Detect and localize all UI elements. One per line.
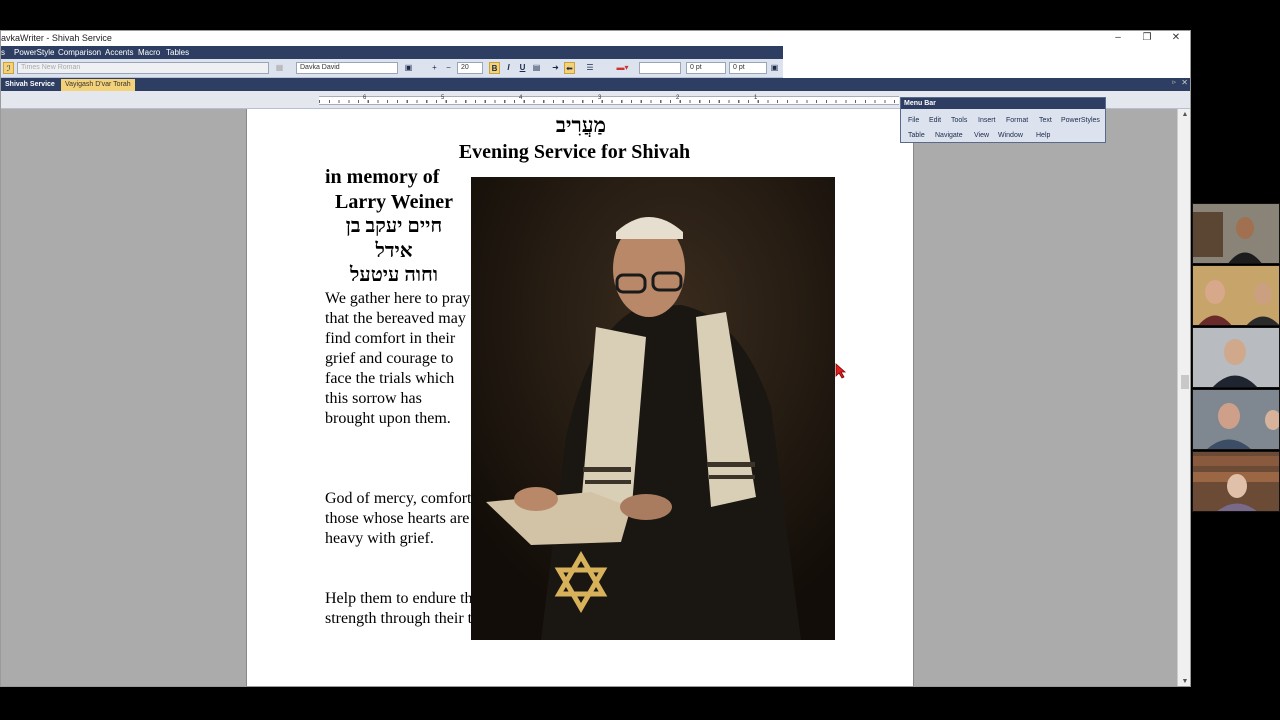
participant-video [1193,452,1279,511]
participant-video [1193,266,1279,325]
video-tile[interactable] [1192,265,1280,326]
format-toolbar: ℐ Times New Roman ▦ Davka David ▣ + − 20… [1,59,783,78]
palette-insert[interactable]: Insert [978,117,996,124]
participant-video [1193,328,1279,387]
underline-button[interactable]: U [517,62,528,74]
space-after-field[interactable]: 0 pt [729,62,767,74]
ltr-arrow-icon[interactable]: ➜ [550,62,561,74]
style-icon[interactable]: ℐ [3,62,14,74]
minimize-button[interactable]: – [1104,31,1132,46]
video-participants [1192,203,1280,516]
bold-button[interactable]: B [489,62,500,74]
hebrew-font-select[interactable]: Davka David [296,62,398,74]
window-title: avkaWriter - Shivah Service [1,33,112,43]
close-tab-icon[interactable]: ✕ [1181,78,1188,87]
menu-item-accents[interactable]: Accents [105,48,133,57]
memorial-photo [471,177,835,640]
prayer-paragraph-1: We gather here to pray that the bereaved… [325,290,471,427]
title-bar: avkaWriter - Shivah Service – ❐ ✕ [1,31,1190,46]
menu-bar: s PowerStyle Comparison Accents Macro Ta… [1,46,783,59]
space-before-field[interactable]: 0 pt [686,62,726,74]
settings-icon[interactable]: ▣ [769,62,780,74]
memory-name: Larry Weiner [335,190,453,213]
palette-view[interactable]: View [974,132,989,139]
menu-palette-title: Menu Bar [901,98,1105,109]
disabled-tool-icon: ▦ [275,63,284,72]
prayer-paragraph-2: God of mercy, comfort those whose hearts… [325,490,472,547]
palette-file[interactable]: File [908,117,919,124]
palette-format[interactable]: Format [1006,117,1028,124]
memory-hebrew-name: חיים יעקב בן [345,215,443,237]
decrease-size-button[interactable]: − [443,62,454,74]
menu-item-powerstyle[interactable]: PowerStyle [14,48,54,57]
menu-item-macro[interactable]: Macro [138,48,160,57]
align-center-icon[interactable]: ☰ [580,62,600,74]
floating-menu-bar[interactable]: Menu Bar File Edit Tools Insert Format T… [900,97,1106,143]
palette-help[interactable]: Help [1036,132,1050,139]
layout-icon[interactable]: ▣ [403,62,414,74]
screen: avkaWriter - Shivah Service – ❐ ✕ s Powe… [0,0,1280,720]
font-size-select[interactable]: 20 [457,62,483,74]
participant-video [1193,390,1279,449]
hebrew-title: מַעֲרִיב [555,113,607,137]
spacing-select[interactable] [639,62,681,74]
memory-line-1: in memory of [325,166,440,188]
photo-illustration [471,177,835,640]
italic-button[interactable]: I [503,62,514,74]
ruler-scale[interactable] [319,96,899,105]
palette-window[interactable]: Window [998,132,1023,139]
palette-tools[interactable]: Tools [951,117,967,124]
palette-table[interactable]: Table [908,132,925,139]
menu-item-file[interactable]: s [1,48,5,57]
close-button[interactable]: ✕ [1162,31,1190,46]
scroll-thumb[interactable] [1181,375,1189,389]
ruler-number: 6 [363,95,367,101]
ruler-number: 4 [519,95,523,101]
color-picker-icon[interactable]: ▬▾ [610,62,635,74]
memory-hebrew-name-3: וחוה עיטעל [350,264,438,286]
tab-vayigash-dvar-torah[interactable]: Vayigash D'var Torah [61,79,135,91]
palette-powerstyles[interactable]: PowerStyles [1061,117,1100,124]
restore-button[interactable]: ❐ [1133,31,1161,46]
memorial-block: in memory of Larry Weiner חיים יעקב בן א… [325,165,463,288]
video-tile[interactable] [1192,451,1280,512]
video-tile[interactable] [1192,389,1280,450]
mouse-cursor-icon [835,363,847,379]
vertical-scrollbar[interactable]: ▲ ▼ [1177,109,1190,686]
palette-edit[interactable]: Edit [929,117,941,124]
participant-video [1193,204,1279,263]
scroll-up-icon[interactable]: ▲ [1178,109,1190,121]
video-tile[interactable] [1192,203,1280,264]
ruler-number: 5 [441,95,445,101]
menu-item-tables[interactable]: Tables [166,48,189,57]
scroll-down-icon[interactable]: ▼ [1178,676,1190,686]
increase-size-button[interactable]: + [429,62,440,74]
latin-font-select[interactable]: Times New Roman [17,62,269,74]
ruler-number: 1 [754,95,758,101]
ruler-number: 2 [676,95,680,101]
ruler-number: 3 [598,95,602,101]
rtl-arrow-icon[interactable]: ⬅ [564,62,575,74]
palette-text[interactable]: Text [1039,117,1052,124]
video-tile[interactable] [1192,327,1280,388]
menu-item-comparison[interactable]: Comparison [58,48,101,57]
memory-hebrew-name-2: אידל [375,239,413,262]
page-heading: Evening Service for Shivah [458,141,691,163]
document-tab-bar: Shivah Service Vayigash D'var Torah ▹ ✕ [1,78,1190,91]
pin-icon[interactable]: ▹ [1172,78,1176,86]
table-icon[interactable]: ▤ [531,62,542,74]
palette-navigate[interactable]: Navigate [935,132,963,139]
tab-shivah-service[interactable]: Shivah Service [1,79,59,91]
